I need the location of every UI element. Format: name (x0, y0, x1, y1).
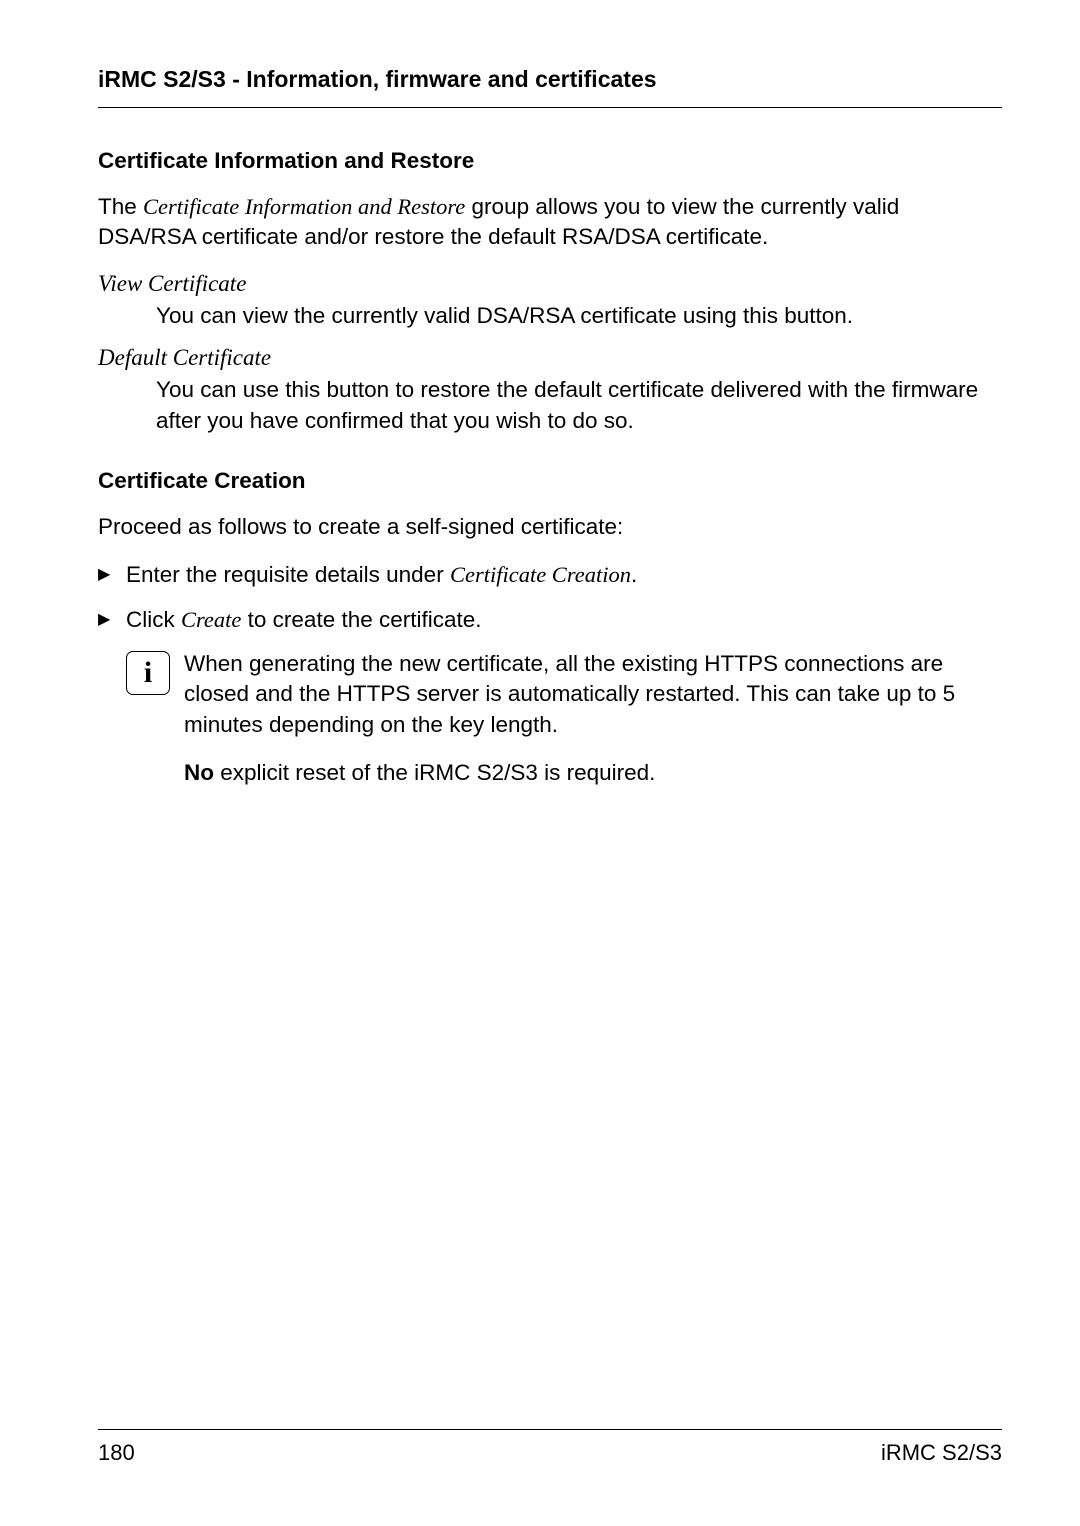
step-prefix: Click (126, 607, 181, 632)
page-footer: 180 iRMC S2/S3 (98, 1429, 1002, 1466)
page-number: 180 (98, 1440, 135, 1466)
note-para2-bold: No (184, 760, 214, 785)
step-suffix: . (631, 562, 637, 587)
document-page: iRMC S2/S3 - Information, firmware and c… (0, 0, 1080, 867)
section2-intro: Proceed as follows to create a self-sign… (98, 512, 1002, 542)
note-para2-rest: explicit reset of the iRMC S2/S3 is requ… (214, 760, 655, 785)
note-text-group: When generating the new certificate, all… (184, 649, 1002, 807)
triangle-icon: ▶ (98, 605, 126, 635)
step-prefix: Enter the requisite details under (126, 562, 450, 587)
section-title-cert-creation: Certificate Creation (98, 468, 1002, 494)
running-header: iRMC S2/S3 - Information, firmware and c… (98, 66, 1002, 108)
step-item: ▶ Click Create to create the certificate… (98, 605, 1002, 635)
step-text: Enter the requisite details under Certif… (126, 560, 637, 590)
triangle-icon: ▶ (98, 560, 126, 590)
step-text: Click Create to create the certificate. (126, 605, 482, 635)
step-italic: Create (181, 607, 241, 632)
intro-italic: Certificate Information and Restore (143, 194, 465, 219)
info-note: i When generating the new certificate, a… (126, 649, 1002, 807)
desc-default-certificate: You can use this button to restore the d… (156, 375, 1002, 436)
note-para1: When generating the new certificate, all… (184, 649, 1002, 740)
step-suffix: to create the certificate. (241, 607, 481, 632)
definition-list: View Certificate You can view the curren… (98, 271, 1002, 436)
step-italic: Certificate Creation (450, 562, 631, 587)
footer-doc-label: iRMC S2/S3 (881, 1440, 1002, 1466)
term-view-certificate: View Certificate (98, 271, 1002, 297)
step-item: ▶ Enter the requisite details under Cert… (98, 560, 1002, 590)
note-para2: No explicit reset of the iRMC S2/S3 is r… (184, 758, 1002, 788)
desc-view-certificate: You can view the currently valid DSA/RSA… (156, 301, 1002, 331)
section-title-cert-info-restore: Certificate Information and Restore (98, 148, 1002, 174)
info-icon: i (126, 651, 170, 695)
section1-intro: The Certificate Information and Restore … (98, 192, 1002, 253)
intro-prefix: The (98, 194, 143, 219)
step-list: ▶ Enter the requisite details under Cert… (98, 560, 1002, 806)
term-default-certificate: Default Certificate (98, 345, 1002, 371)
